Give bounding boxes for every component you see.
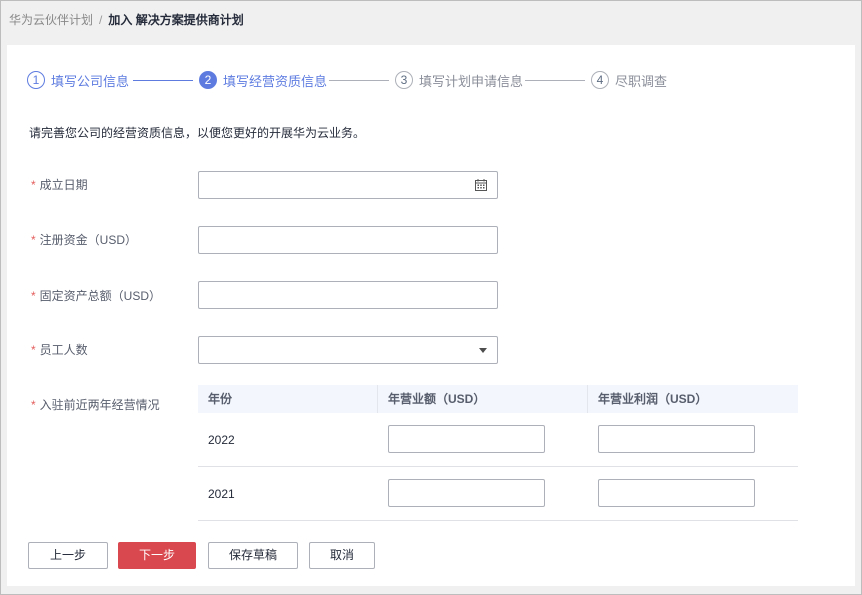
breadcrumb-current: 加入 解决方案提供商计划 [108,13,244,27]
step-label: 填写计划申请信息 [419,73,524,89]
profit-input[interactable] [598,479,755,507]
caret-down-icon[interactable] [479,348,487,353]
step-due-diligence: 4 尽职调查 [591,69,667,91]
required-mark: * [31,233,36,247]
column-header-year: 年份 [208,392,233,406]
registered-capital-label: * 注册资金（USD） [31,231,137,248]
step-label: 填写公司信息 [51,73,130,89]
cancel-button[interactable]: 取消 [309,542,375,569]
step-connector [133,80,193,81]
employees-select[interactable] [198,336,498,364]
column-divider [377,385,378,413]
form-card: 1 填写公司信息 2 填写经营资质信息 3 填写计划申请信息 4 尽职调查 请完… [7,45,855,586]
registered-capital-field[interactable] [198,226,498,254]
column-header-profit: 年营业利润（USD） [598,392,708,406]
step-label: 尽职调查 [615,73,668,89]
step-company-info: 1 填写公司信息 [27,69,129,91]
year-cell: 2021 [208,487,235,501]
field-label: 成立日期 [39,178,88,192]
breadcrumb-separator: / [99,13,103,27]
prev-step-button[interactable]: 上一步 [28,542,108,569]
field-label: 注册资金（USD） [39,233,138,247]
step-plan-application: 3 填写计划申请信息 [395,69,523,91]
calendar-icon[interactable] [475,179,487,191]
save-draft-button[interactable]: 保存草稿 [208,542,298,569]
step-number: 3 [395,71,413,89]
step-connector [525,80,585,81]
step-label: 填写经营资质信息 [223,73,328,89]
fixed-assets-input[interactable] [199,282,497,308]
table-row: 2021 [198,467,798,521]
employees-label: * 员工人数 [31,341,88,358]
form-description: 请完善您公司的经营资质信息，以便您更好的开展华为云业务。 [29,126,366,140]
column-header-revenue: 年营业额（USD） [388,392,486,406]
column-divider [587,385,588,413]
revenue-input[interactable] [388,425,545,453]
field-label: 固定资产总额（USD） [39,289,162,303]
field-label: 员工人数 [39,343,88,357]
required-mark: * [31,289,36,303]
fixed-assets-label: * 固定资产总额（USD） [31,287,161,304]
step-qualification-info: 2 填写经营资质信息 [199,69,327,91]
profit-input[interactable] [598,425,755,453]
table-row: 2022 [198,413,798,467]
breadcrumb-parent-link[interactable]: 华为云伙伴计划 [9,13,93,27]
next-step-button[interactable]: 下一步 [118,542,196,569]
required-mark: * [31,343,36,357]
founded-date-label: * 成立日期 [31,176,88,193]
revenue-input[interactable] [388,479,545,507]
table-header: 年份 年营业额（USD） 年营业利润（USD） [198,385,798,413]
registered-capital-input[interactable] [199,227,497,253]
step-number: 1 [27,71,45,89]
field-label: 入驻前近两年经营情况 [39,398,160,412]
founded-date-input[interactable] [199,172,497,198]
founded-date-picker[interactable] [198,171,498,199]
step-number: 2 [199,71,217,89]
window-frame: 华为云伙伴计划 / 加入 解决方案提供商计划 1 填写公司信息 2 填写经营资质信息… [0,0,862,595]
fixed-assets-field[interactable] [198,281,498,309]
required-mark: * [31,178,36,192]
step-connector [329,80,389,81]
breadcrumb: 华为云伙伴计划 / 加入 解决方案提供商计划 [9,11,244,28]
history-label: * 入驻前近两年经营情况 [31,396,160,413]
year-cell: 2022 [208,433,235,447]
required-mark: * [31,398,36,412]
step-number: 4 [591,71,609,89]
